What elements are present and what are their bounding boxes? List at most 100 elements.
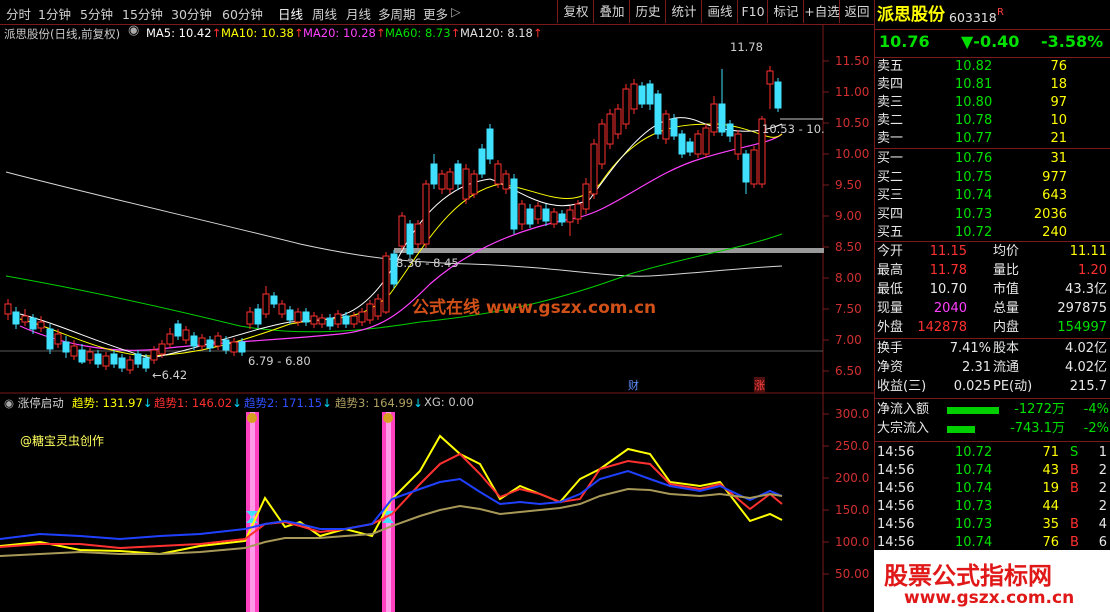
candle-body xyxy=(134,353,142,365)
quote-row: 买三 10.74 643 xyxy=(875,187,1110,205)
ad-url: www.gszx.com.cn xyxy=(904,588,1075,608)
candle-body xyxy=(470,173,478,195)
range-b-label: 6.79 - 6.80 xyxy=(248,354,311,368)
bid-level-label: 买一 xyxy=(877,151,904,166)
indicator-title: 涨停启动 xyxy=(17,396,64,410)
candle-body xyxy=(734,133,742,155)
mark-button[interactable]: 标记 xyxy=(767,0,804,23)
legend-collapse-icon[interactable]: ◉ xyxy=(128,23,139,38)
stat-value: 2040 xyxy=(933,301,967,316)
quote-row: 14:56 10.74 43 B 2 xyxy=(875,462,1110,480)
ask-volume: 18 xyxy=(1050,77,1067,92)
chart-title: 派思股份(日线,前复权) xyxy=(4,27,121,41)
tick-volume: 35 xyxy=(1042,517,1059,532)
low-price-label: ←6.42 xyxy=(152,368,188,382)
history-button[interactable]: 历史 xyxy=(629,0,666,23)
coin-icon xyxy=(247,413,257,423)
candle-body xyxy=(702,127,710,155)
bid-volume: 977 xyxy=(1042,169,1067,185)
tab-period[interactable]: 分时 xyxy=(6,4,31,23)
stat-label: 最低 xyxy=(877,282,904,297)
candle-body xyxy=(614,108,622,135)
candle-body xyxy=(29,317,37,330)
tab-period[interactable]: 月线 xyxy=(346,4,371,23)
quote-row: 大宗流入 -743.1万 -2% xyxy=(875,420,1110,438)
candle-body xyxy=(70,345,78,357)
price-tick-label: 11.50 xyxy=(835,54,869,68)
tick-price: 10.74 xyxy=(955,463,993,478)
candle-body xyxy=(382,255,390,313)
ask-volume: 10 xyxy=(1050,113,1067,128)
flow-value: -1272万 xyxy=(1014,402,1065,417)
back-button[interactable]: 返回 xyxy=(839,0,874,23)
tick-volume: 71 xyxy=(1042,445,1059,460)
candle-body xyxy=(286,309,294,321)
candle-body xyxy=(438,173,446,190)
ask-level-label: 卖四 xyxy=(877,77,904,92)
overlay-button[interactable]: 叠加 xyxy=(593,0,630,23)
moving-averages xyxy=(5,117,783,359)
ask-level-label: 卖一 xyxy=(877,131,904,146)
bid-volume: 2036 xyxy=(1033,206,1067,222)
price-tick-label: 11.00 xyxy=(835,85,869,99)
tick-count: 2 xyxy=(1098,499,1107,514)
candle-body xyxy=(21,315,29,323)
ad-banner[interactable]: 股票公式指标网 www.gszx.com.cn xyxy=(874,550,1110,612)
watermark: 公式在线 www.gszx.com.cn xyxy=(412,298,657,318)
fund-value: 0.025 xyxy=(953,379,991,394)
price-tick-label: 6.50 xyxy=(835,364,862,378)
tick-count: 4 xyxy=(1098,517,1107,532)
candle-body xyxy=(174,323,182,337)
candle-body xyxy=(502,173,510,190)
flow-bar xyxy=(947,407,999,414)
stats-button[interactable]: 统计 xyxy=(665,0,702,23)
candle-body xyxy=(542,208,550,222)
ask-price: 10.78 xyxy=(955,113,993,128)
draw-button[interactable]: 画线 xyxy=(701,0,738,23)
limit-tag[interactable]: 涨 xyxy=(754,377,765,393)
price-change-pct: -3.58% xyxy=(1041,32,1104,51)
add-watchlist-button[interactable]: +自选 xyxy=(803,0,840,23)
candle-body xyxy=(302,311,310,323)
candle-body xyxy=(694,133,702,155)
tab-period[interactable]: 30分钟 xyxy=(171,4,212,23)
candle-body xyxy=(102,355,110,367)
fund-value: 215.7 xyxy=(1069,379,1107,394)
trend2-value: 趋势2: 171.15↓ xyxy=(244,396,332,410)
indicator-settings-icon[interactable]: ◉ xyxy=(4,396,14,410)
kline-chart[interactable]: 11.50 11.00 10.50 10.00 9.50 9.00 8.50 8.00 7.50… xyxy=(0,24,874,612)
indicator-pane xyxy=(0,412,783,612)
tab-more[interactable]: 更多 xyxy=(423,4,448,23)
bid-level-label: 买二 xyxy=(877,169,904,185)
candle-body xyxy=(742,153,750,183)
candle-body xyxy=(462,168,470,200)
tab-period[interactable]: 周线 xyxy=(312,4,337,23)
candle-body xyxy=(766,70,774,85)
stat-label: 最高 xyxy=(877,263,904,278)
f10-button[interactable]: F10 xyxy=(737,0,768,23)
stat-label: 现量 xyxy=(877,301,904,316)
tab-period[interactable]: 15分钟 xyxy=(122,4,163,23)
tab-period[interactable]: 60分钟 xyxy=(222,4,263,23)
candle-body xyxy=(254,308,262,325)
candle-body xyxy=(662,113,670,140)
ma60-label: MA60: 8.73↑ xyxy=(385,26,461,40)
tab-period-active[interactable]: 日线 xyxy=(278,4,303,23)
ask-price: 10.82 xyxy=(955,59,993,74)
ma120-label: MA120: 8.18↑ xyxy=(460,26,543,40)
finance-tag[interactable]: 财 xyxy=(628,377,639,393)
price-axis: 11.50 11.00 10.50 10.00 9.50 9.00 8.50 8.00 7.50… xyxy=(823,54,869,378)
high-price-label: 11.78 xyxy=(730,40,763,54)
fuquan-button[interactable]: 复权 xyxy=(557,0,594,23)
tab-period[interactable]: 1分钟 xyxy=(38,4,71,23)
fund-value: 7.41% xyxy=(949,341,991,356)
more-arrow-icon[interactable]: ▷ xyxy=(451,4,461,19)
last-price: 10.76 xyxy=(879,32,930,51)
tab-period[interactable]: 多周期 xyxy=(378,4,416,23)
indicator-tick-label: 250.0 xyxy=(835,439,869,453)
bid-price: 10.74 xyxy=(955,188,993,203)
tab-period[interactable]: 5分钟 xyxy=(80,4,113,23)
candle-body xyxy=(46,328,54,350)
bid-volume: 240 xyxy=(1042,225,1067,240)
stat-label: 内盘 xyxy=(993,320,1020,335)
